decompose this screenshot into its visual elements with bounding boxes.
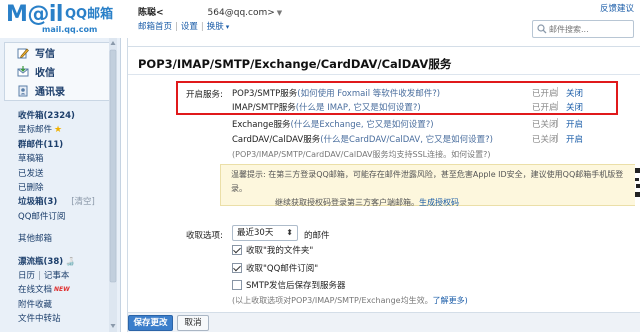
tip-line-1: 在第三方登录QQ邮箱，可能存在邮件泄露风险，甚至危害Apple ID安全，建议使… bbox=[231, 170, 624, 193]
logo-text: M@il QQ邮箱 bbox=[6, 2, 114, 27]
action-bar: 保存更改 取消 bbox=[128, 312, 640, 332]
link-mail-home[interactable]: 邮箱首页 bbox=[138, 22, 172, 32]
service-row-exchange: Exchange服务(什么是Exchange, 它又是如何设置?) 已关闭 | … bbox=[232, 118, 584, 130]
option-my-folders[interactable]: 收取"我的文件夹" bbox=[232, 244, 313, 256]
folder-other-mailboxes[interactable]: 其他邮箱 bbox=[0, 232, 120, 246]
service-state: 已关闭 bbox=[532, 120, 558, 130]
select-arrows-icon: ⬍ bbox=[286, 228, 293, 237]
page-title: POP3/IMAP/SMTP/Exchange/CardDAV/CalDAV服务 bbox=[138, 57, 452, 71]
folder-attachments[interactable]: 附件收藏 bbox=[0, 298, 120, 312]
ssl-note: (POP3/IMAP/SMTP/CardDAV/CalDAV服务均支持SSL连接… bbox=[232, 150, 491, 159]
folder-inbox[interactable]: 收件箱(2324) bbox=[0, 109, 120, 123]
smtp-save-checkbox[interactable] bbox=[232, 280, 242, 290]
calendar-link[interactable]: 日历 bbox=[18, 271, 35, 281]
settings-panel: POP3/IMAP/SMTP/Exchange/CardDAV/CalDAV服务… bbox=[127, 38, 640, 332]
bottle-icon: 🍶 bbox=[65, 256, 76, 266]
contacts-button[interactable]: 通讯录 bbox=[5, 81, 115, 100]
folder-group-mail[interactable]: 群邮件(11) bbox=[0, 138, 120, 152]
carddav-help-link[interactable]: (什么是CardDAV/CalDAV, 它又是如何设置?) bbox=[320, 135, 493, 145]
exchange-help-link[interactable]: (什么是Exchange, 它又是如何设置?) bbox=[291, 120, 434, 130]
compose-label: 写信 bbox=[35, 49, 55, 60]
divider bbox=[128, 74, 640, 75]
contacts-label: 通讯录 bbox=[35, 87, 65, 98]
empty-spam-link[interactable]: [清空] bbox=[71, 197, 95, 207]
option-subscriptions[interactable]: 收取"QQ邮件订阅" bbox=[232, 262, 318, 274]
receive-label: 收信 bbox=[35, 68, 55, 79]
folder-calendar-notes[interactable]: 日历 | 记事本 bbox=[0, 269, 120, 283]
notepad-link[interactable]: 记事本 bbox=[44, 271, 70, 281]
receive-period-select[interactable]: 最近30天 ⬍ bbox=[232, 225, 298, 241]
folder-file-transfer[interactable]: 文件中转站 bbox=[0, 312, 120, 326]
compose-button[interactable]: 写信 bbox=[5, 43, 115, 62]
user-email: 564@qq.com> bbox=[207, 8, 275, 18]
folder-sent[interactable]: 已发送 bbox=[0, 167, 120, 181]
search-icon bbox=[537, 24, 547, 34]
folder-list: 收件箱(2324) 星标邮件 ★ 群邮件(11) 草稿箱 已发送 已删除 垃圾箱(… bbox=[0, 109, 120, 326]
learn-more-link[interactable]: 了解更多) bbox=[433, 296, 468, 305]
folder-spam[interactable]: 垃圾箱(3) [清空] bbox=[0, 195, 120, 209]
skin-chevron-icon[interactable]: ▾ bbox=[226, 23, 230, 31]
options-note: (以上收取选项对POP3/IMAP/SMTP/Exchange均生效。了解更多) bbox=[232, 296, 468, 305]
tip-label: 温馨提示: bbox=[231, 170, 266, 179]
link-skin[interactable]: 换肤 bbox=[207, 22, 224, 32]
folder-subscriptions[interactable]: QQ邮件订阅 bbox=[0, 210, 120, 224]
folder-deleted[interactable]: 已删除 bbox=[0, 181, 120, 195]
star-icon: ★ bbox=[54, 125, 63, 136]
receive-options-label: 收取选项: bbox=[186, 231, 223, 241]
generate-auth-code-link[interactable]: 生成授权码 bbox=[419, 198, 459, 207]
link-settings[interactable]: 设置 bbox=[181, 22, 198, 32]
folder-online-docs[interactable]: 在线文档 NEW bbox=[0, 283, 120, 297]
option-smtp-save[interactable]: SMTP发信后保存到服务器 bbox=[232, 279, 346, 291]
inbox-icon bbox=[17, 65, 29, 76]
carddav-toggle-link[interactable]: 开启 bbox=[566, 133, 583, 145]
new-badge: NEW bbox=[54, 286, 70, 294]
sidebar-scrollbar[interactable] bbox=[109, 38, 117, 332]
qr-code-icon[interactable] bbox=[635, 164, 640, 206]
sidebar: 写信 收信 通讯录 收件箱(2324) 星标邮件 ★ 群邮件(11) 草稿箱 已发… bbox=[0, 38, 121, 332]
folder-drafts[interactable]: 草稿箱 bbox=[0, 152, 120, 166]
search-box[interactable] bbox=[532, 20, 634, 38]
warm-tip: 温馨提示: 在第三方登录QQ邮箱，可能存在邮件泄露风险，甚至危害Apple ID… bbox=[220, 164, 640, 207]
qq-mail-logo[interactable]: M@il QQ邮箱 mail.qq.com bbox=[6, 4, 126, 36]
pencil-icon bbox=[17, 48, 29, 58]
my-folders-checkbox[interactable] bbox=[232, 245, 242, 255]
folder-starred[interactable]: 星标邮件 ★ bbox=[0, 123, 120, 137]
highlight-box bbox=[176, 81, 618, 115]
user-name: 陈聪< bbox=[138, 8, 164, 18]
feedback-link[interactable]: 反馈建议 bbox=[600, 2, 634, 14]
folder-drift-bottle[interactable]: 漂流瓶(38) 🍶 bbox=[0, 255, 120, 269]
contacts-icon bbox=[18, 85, 28, 96]
divider bbox=[128, 46, 640, 47]
service-state: 已关闭 bbox=[532, 135, 558, 145]
save-button[interactable]: 保存更改 bbox=[128, 315, 173, 331]
logo-domain: mail.qq.com bbox=[42, 25, 98, 34]
header-links: 邮箱首页 | 设置 | 换肤 ▾ bbox=[138, 22, 230, 32]
subscriptions-checkbox[interactable] bbox=[232, 263, 242, 273]
quick-actions: 写信 收信 通讯录 bbox=[4, 42, 116, 101]
tip-line-2: 继续获取授权码登录第三方客户端邮箱 bbox=[275, 198, 411, 207]
receive-suffix: 的邮件 bbox=[304, 231, 330, 241]
chevron-down-icon[interactable]: ▼ bbox=[277, 9, 282, 17]
top-bar: M@il QQ邮箱 mail.qq.com 陈聪< 564@qq.com> ▼ 邮箱首… bbox=[0, 0, 640, 38]
service-row-carddav: CardDAV/CalDAV服务(什么是CardDAV/CalDAV, 它又是如… bbox=[232, 133, 584, 145]
user-account[interactable]: 陈聪< 564@qq.com> ▼ bbox=[138, 5, 282, 18]
cancel-button[interactable]: 取消 bbox=[177, 315, 209, 331]
receive-button[interactable]: 收信 bbox=[5, 62, 115, 81]
search-input[interactable] bbox=[549, 22, 633, 36]
exchange-toggle-link[interactable]: 开启 bbox=[566, 118, 583, 130]
